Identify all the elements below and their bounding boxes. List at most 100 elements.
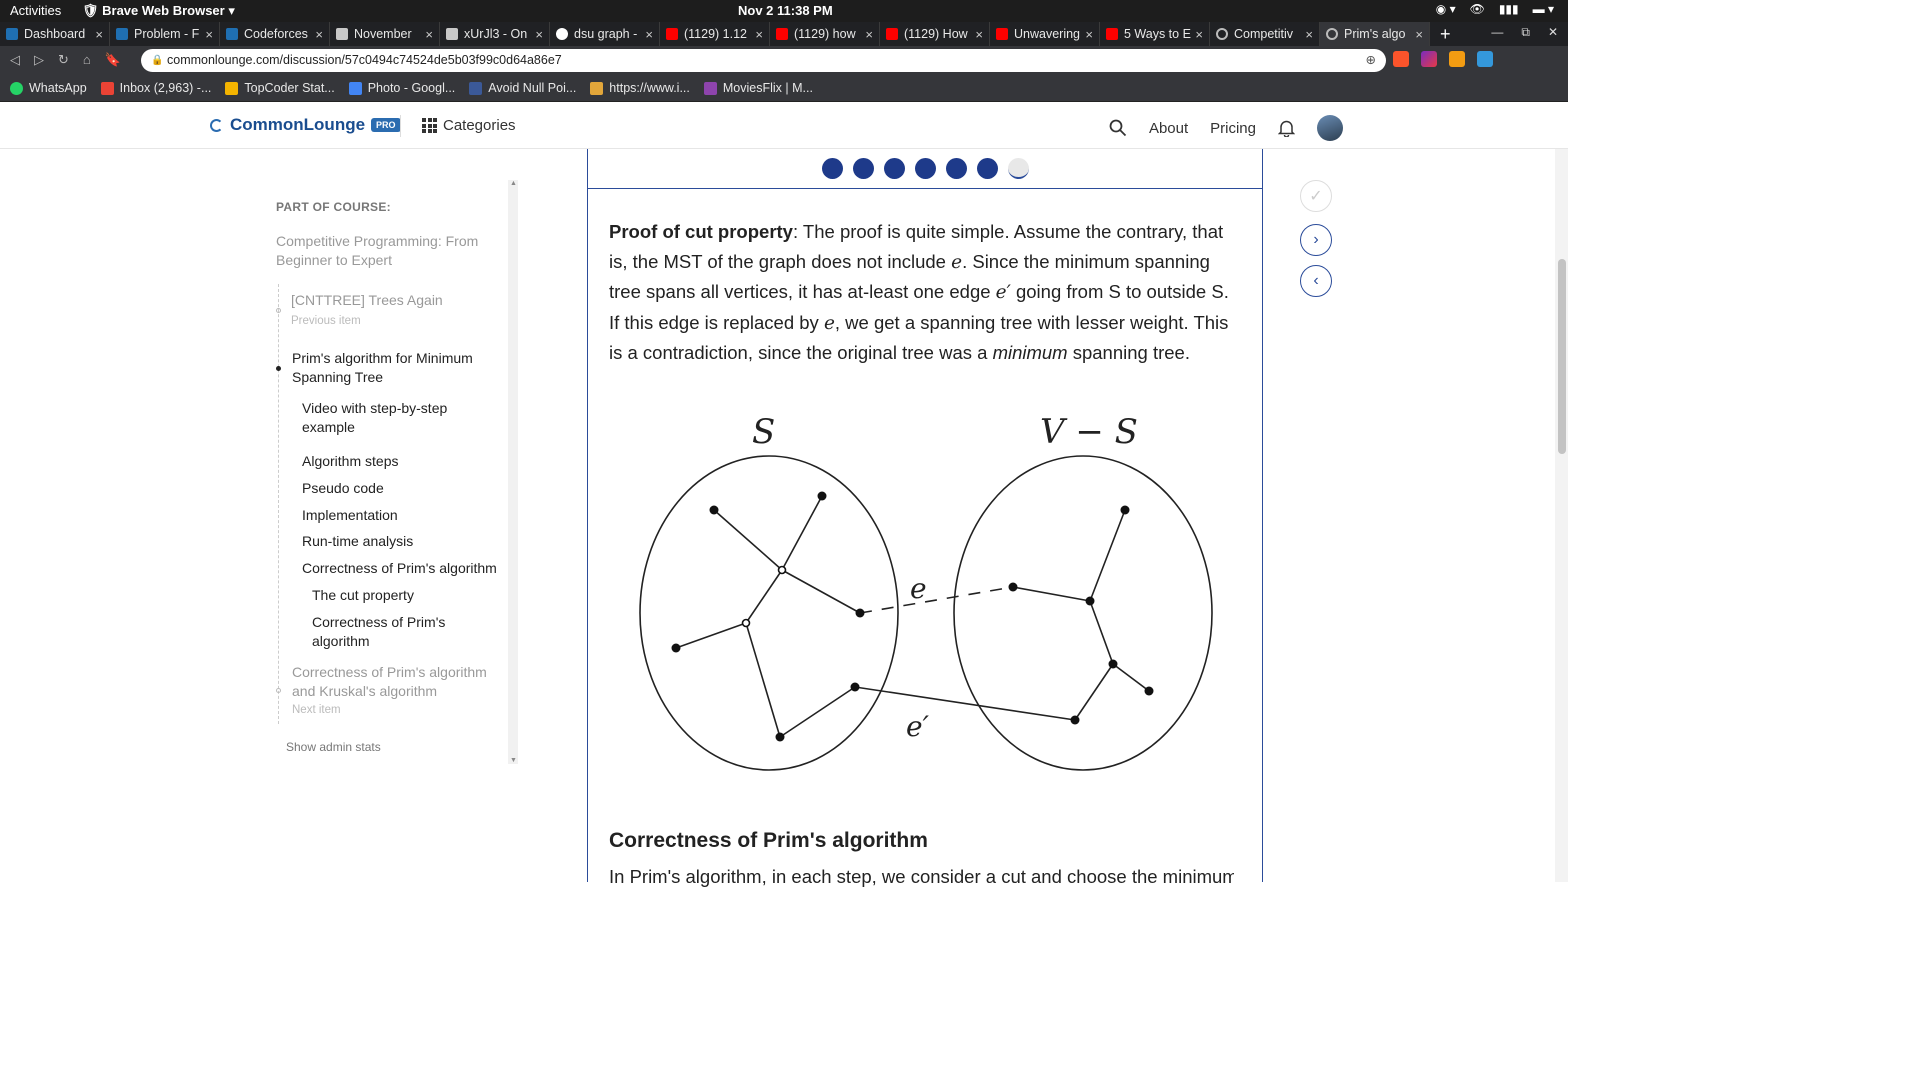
progress-dot-complete[interactable] bbox=[852, 158, 874, 179]
bookmark-item[interactable]: Photo - Googl... bbox=[348, 81, 455, 95]
tab[interactable]: Competitiv × bbox=[1210, 22, 1320, 46]
close-icon[interactable]: × bbox=[865, 27, 873, 42]
extension-icon[interactable] bbox=[1449, 51, 1465, 67]
tab-label: Prim's algo bbox=[1344, 27, 1406, 41]
new-tab-button[interactable]: + bbox=[1430, 22, 1461, 46]
tab[interactable]: dsu graph - × bbox=[550, 22, 660, 46]
tab[interactable]: Codeforces × bbox=[220, 22, 330, 46]
back-icon[interactable]: ◁ bbox=[10, 52, 20, 68]
brave-rewards-icon[interactable] bbox=[1421, 51, 1437, 67]
bookmark-icon[interactable]: 🔖 bbox=[105, 52, 121, 68]
system-tray[interactable]: ◉ ▾ 👁 ▮▮▮ ▬ ▾ bbox=[1436, 2, 1554, 16]
tab-active[interactable]: Prim's algo × bbox=[1320, 22, 1430, 46]
math-e: e bbox=[951, 251, 963, 273]
bell-icon[interactable] bbox=[1278, 119, 1295, 137]
sidebar-timeline bbox=[278, 284, 279, 724]
progress-dot-complete[interactable] bbox=[821, 158, 843, 179]
previous-button[interactable]: ‹ bbox=[1300, 265, 1332, 297]
tab[interactable]: (1129) How × bbox=[880, 22, 990, 46]
mark-complete-button[interactable]: ✓ bbox=[1300, 180, 1332, 212]
restore-icon[interactable]: ⧉ bbox=[1521, 25, 1530, 40]
chrome-menu-icon[interactable]: ◉ ▾ bbox=[1436, 2, 1456, 16]
article-panel: Proof of cut property: The proof is quit… bbox=[587, 149, 1263, 887]
close-icon[interactable]: × bbox=[645, 27, 653, 42]
vertex bbox=[777, 565, 787, 575]
sidebar-section-link[interactable]: Implementation bbox=[302, 506, 398, 525]
tab[interactable]: Dashboard × bbox=[0, 22, 110, 46]
commonlounge-logo[interactable]: CommonLounge PRO bbox=[210, 115, 401, 135]
app-menu[interactable]: 🛡 Brave Web Browser ▾ bbox=[82, 3, 235, 19]
sidebar-subsection-link[interactable]: The cut property bbox=[312, 586, 414, 605]
current-item-link[interactable]: Prim's algorithm for Minimum Spanning Tr… bbox=[292, 349, 492, 387]
edge-e bbox=[859, 586, 1014, 614]
scroll-down-icon[interactable]: ▼ bbox=[510, 757, 517, 764]
progress-dot-complete[interactable] bbox=[914, 158, 936, 179]
pen-extension-icon[interactable] bbox=[1477, 51, 1493, 67]
tab[interactable]: (1129) how × bbox=[770, 22, 880, 46]
activities-button[interactable]: Activities bbox=[10, 3, 61, 18]
previous-item-link[interactable]: [CNTTREE] Trees Again bbox=[291, 291, 491, 310]
progress-dot-complete[interactable] bbox=[945, 158, 967, 179]
pricing-link[interactable]: Pricing bbox=[1210, 120, 1256, 137]
sidebar-section-link[interactable]: Video with step-by-step example bbox=[302, 399, 502, 437]
sidebar-scrollbar[interactable]: ▲ ▼ bbox=[508, 180, 518, 764]
brave-shields-icon[interactable] bbox=[1393, 51, 1409, 67]
reload-icon[interactable]: ↻ bbox=[58, 52, 69, 68]
forward-icon[interactable]: ▷ bbox=[34, 52, 44, 68]
next-item-link[interactable]: Correctness of Prim's algorithm and Krus… bbox=[292, 663, 497, 701]
minimize-icon[interactable]: — bbox=[1491, 25, 1503, 40]
zoom-icon[interactable]: ⊕ bbox=[1366, 49, 1376, 72]
bookmark-item[interactable]: Avoid Null Poi... bbox=[469, 81, 576, 95]
tab[interactable]: 5 Ways to E × bbox=[1100, 22, 1210, 46]
eye-icon[interactable]: 👁 bbox=[1470, 2, 1485, 16]
scrollbar-thumb[interactable] bbox=[1558, 259, 1566, 454]
bookmark-item[interactable]: Inbox (2,963) -... bbox=[100, 81, 211, 95]
network-icon[interactable]: ▮▮▮ bbox=[1499, 2, 1519, 16]
close-icon[interactable]: × bbox=[535, 27, 543, 42]
tab[interactable]: Unwavering × bbox=[990, 22, 1100, 46]
bookmark-item[interactable]: TopCoder Stat... bbox=[225, 81, 335, 95]
home-icon[interactable]: ⌂ bbox=[83, 52, 91, 68]
avatar[interactable] bbox=[1317, 115, 1343, 141]
tab[interactable]: (1129) 1.12 × bbox=[660, 22, 770, 46]
close-icon[interactable]: × bbox=[1305, 27, 1313, 42]
progress-dot-complete[interactable] bbox=[883, 158, 905, 179]
course-title-link[interactable]: Competitive Programming: From Beginner t… bbox=[276, 232, 496, 270]
progress-dot-current[interactable] bbox=[1007, 158, 1029, 179]
bookmark-item[interactable]: WhatsApp bbox=[10, 81, 87, 95]
proof-paragraph: Proof of cut property: The proof is quit… bbox=[609, 217, 1234, 368]
bookmark-item[interactable]: https://www.i... bbox=[590, 81, 690, 95]
sidebar-section-link[interactable]: Pseudo code bbox=[302, 479, 384, 498]
close-icon[interactable]: × bbox=[755, 27, 763, 42]
about-link[interactable]: About bbox=[1149, 120, 1188, 137]
show-admin-stats-link[interactable]: Show admin stats bbox=[286, 740, 381, 754]
close-icon[interactable]: × bbox=[1195, 27, 1203, 42]
sidebar-section-link[interactable]: Correctness of Prim's algorithm bbox=[302, 559, 507, 578]
address-bar[interactable]: 🔒 commonlounge.com/discussion/57c0494c74… bbox=[141, 49, 1386, 72]
close-icon[interactable]: × bbox=[425, 27, 433, 42]
sidebar-section-link[interactable]: Run-time analysis bbox=[302, 532, 413, 551]
battery-icon[interactable]: ▬ ▾ bbox=[1533, 2, 1554, 16]
tab[interactable]: November × bbox=[330, 22, 440, 46]
close-window-icon[interactable]: ✕ bbox=[1548, 25, 1558, 40]
close-icon[interactable]: × bbox=[205, 27, 213, 42]
page-scrollbar[interactable] bbox=[1555, 149, 1568, 882]
close-icon[interactable]: × bbox=[95, 27, 103, 42]
close-icon[interactable]: × bbox=[1085, 27, 1093, 42]
tab[interactable]: xUrJl3 - On × bbox=[440, 22, 550, 46]
sidebar-subsection-link[interactable]: Correctness of Prim's algorithm bbox=[312, 613, 492, 651]
tab[interactable]: Problem - F × bbox=[110, 22, 220, 46]
clock[interactable]: Nov 2 11:38 PM bbox=[738, 3, 833, 18]
logo-text: CommonLounge bbox=[230, 115, 366, 134]
close-icon[interactable]: × bbox=[975, 27, 983, 42]
lock-icon[interactable]: 🔒 bbox=[151, 49, 163, 72]
progress-dot-complete[interactable] bbox=[976, 158, 998, 179]
scroll-up-icon[interactable]: ▲ bbox=[510, 180, 517, 187]
search-icon[interactable] bbox=[1109, 119, 1127, 137]
sidebar-section-link[interactable]: Algorithm steps bbox=[302, 452, 398, 471]
next-button[interactable]: › bbox=[1300, 224, 1332, 256]
close-icon[interactable]: × bbox=[1415, 27, 1423, 42]
bookmark-item[interactable]: MoviesFlix | M... bbox=[703, 81, 813, 95]
categories-button[interactable]: Categories bbox=[422, 117, 516, 134]
close-icon[interactable]: × bbox=[315, 27, 323, 42]
